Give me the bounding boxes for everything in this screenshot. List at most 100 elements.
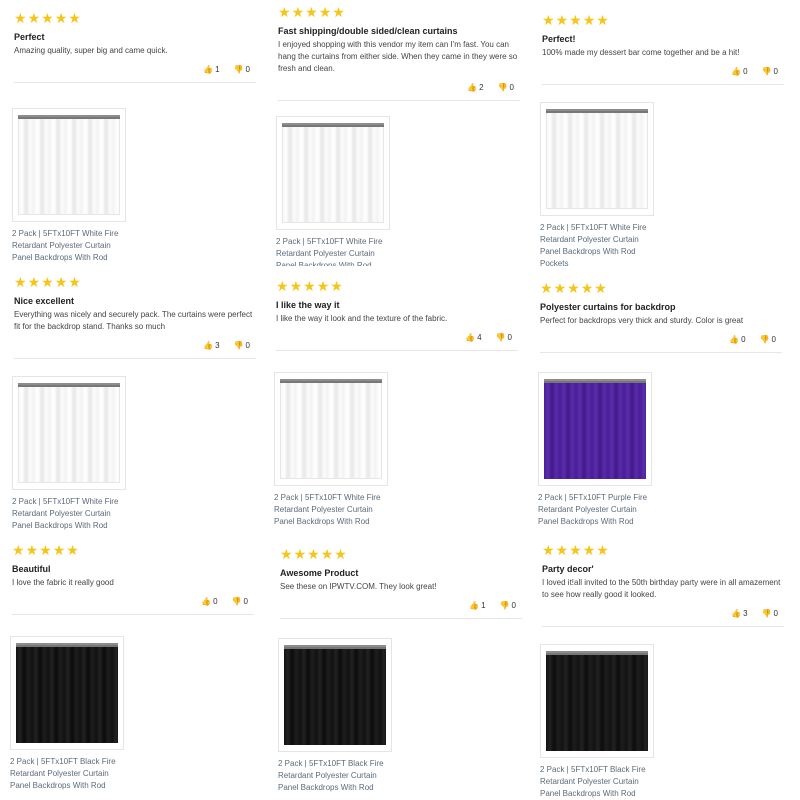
star-icon: ★ [318, 6, 332, 21]
review-card: ★ ★ ★ ★ ★ Beautiful I love the fabric it rea… [8, 544, 258, 800]
product-name[interactable]: 2 Pack | 5FTx10FT White Fire Retardant P… [540, 222, 658, 270]
product-thumbnail[interactable] [278, 638, 392, 752]
product-thumbnail[interactable] [276, 116, 390, 230]
product-thumbnail[interactable] [10, 636, 124, 750]
upvote-button[interactable]: 👍 0 [729, 335, 745, 344]
review-body: I like the way it look and the texture o… [276, 314, 448, 323]
product-link[interactable]: 2 Pack | 5FTx10FT White Fire Retardant P… [540, 102, 658, 270]
upvote-button[interactable]: 👍 1 [469, 601, 485, 610]
review-card: ★ ★ ★ ★ ★ Polyester curtains for backdrop Pe… [536, 282, 786, 542]
product-link[interactable]: 2 Pack | 5FTx10FT Black Fire Retardant P… [278, 638, 396, 794]
curtain-image [546, 651, 648, 751]
star-icon: ★ [569, 14, 582, 29]
upvote-button[interactable]: 👍 0 [731, 67, 747, 76]
upvote-count: 1 [215, 65, 220, 74]
product-thumbnail[interactable] [12, 108, 126, 222]
curtain-image [546, 109, 648, 209]
thumbs-down-icon: 👎 [495, 332, 506, 342]
downvote-button[interactable]: 👎 0 [232, 597, 248, 606]
rating-stars: ★ ★ ★ ★ ★ [14, 276, 256, 290]
upvote-button[interactable]: 👍 4 [465, 333, 481, 342]
star-icon: ★ [305, 6, 318, 21]
downvote-count: 0 [509, 83, 514, 92]
star-icon: ★ [276, 280, 289, 295]
downvote-button[interactable]: 👎 0 [496, 333, 512, 342]
product-link[interactable]: 2 Pack | 5FTx10FT White Fire Retardant P… [12, 376, 130, 532]
star-icon: ★ [68, 276, 81, 291]
review-votes: 👍 0 👎 0 [542, 67, 784, 76]
review-title: Beautiful [12, 564, 51, 574]
product-name[interactable]: 2 Pack | 5FTx10FT White Fire Retardant P… [12, 496, 130, 532]
product-link[interactable]: 2 Pack | 5FTx10FT White Fire Retardant P… [276, 116, 394, 266]
product-name[interactable]: 2 Pack | 5FTx10FT White Fire Retardant P… [12, 228, 130, 264]
review-title: I like the way it [276, 300, 340, 310]
downvote-button[interactable]: 👎 0 [498, 83, 514, 92]
product-link[interactable]: 2 Pack | 5FTx10FT Black Fire Retardant P… [10, 636, 128, 792]
product-name[interactable]: 2 Pack | 5FTx10FT Black Fire Retardant P… [278, 758, 396, 794]
upvote-count: 4 [477, 333, 482, 342]
downvote-button[interactable]: 👎 0 [762, 67, 778, 76]
thumbs-down-icon: 👎 [761, 608, 772, 618]
review: ★ ★ ★ ★ ★ I like the way it I like the way i… [272, 280, 522, 351]
review: ★ ★ ★ ★ ★ Fast shipping/double sided/clean c… [274, 6, 524, 101]
product-link[interactable]: 2 Pack | 5FTx10FT White Fire Retardant P… [274, 372, 392, 528]
rating-stars: ★ ★ ★ ★ ★ [540, 282, 782, 296]
downvote-count: 0 [771, 335, 776, 344]
downvote-button[interactable]: 👎 0 [234, 341, 250, 350]
downvote-button[interactable]: 👎 0 [760, 335, 776, 344]
review-title: Party decor' [542, 564, 594, 574]
star-icon: ★ [52, 544, 66, 559]
product-name[interactable]: 2 Pack | 5FTx10FT Black Fire Retardant P… [10, 756, 128, 792]
review-title: Fast shipping/double sided/clean curtain… [278, 26, 458, 36]
star-icon: ★ [596, 14, 609, 29]
product-link[interactable]: 2 Pack | 5FTx10FT Black Fire Retardant P… [540, 644, 658, 800]
product-link[interactable]: 2 Pack | 5FTx10FT White Fire Retardant P… [12, 108, 130, 264]
product-thumbnail[interactable] [540, 102, 654, 216]
star-icon: ★ [316, 280, 330, 295]
thumbs-down-icon: 👎 [759, 334, 770, 344]
product-name[interactable]: 2 Pack | 5FTx10FT White Fire Retardant P… [276, 236, 394, 266]
upvote-count: 3 [215, 341, 220, 350]
star-icon: ★ [25, 544, 39, 559]
product-name[interactable]: 2 Pack | 5FTx10FT Purple Fire Retardant … [538, 492, 656, 528]
upvote-button[interactable]: 👍 3 [731, 609, 747, 618]
review: ★ ★ ★ ★ ★ Awesome Product See these on IPWTV… [276, 548, 526, 619]
upvote-count: 0 [743, 67, 748, 76]
review-title: Polyester curtains for backdrop [540, 302, 676, 312]
upvote-button[interactable]: 👍 1 [203, 65, 219, 74]
upvote-button[interactable]: 👍 2 [467, 83, 483, 92]
downvote-button[interactable]: 👎 0 [762, 609, 778, 618]
review: ★ ★ ★ ★ ★ Polyester curtains for backdrop Pe… [536, 282, 786, 353]
downvote-count: 0 [245, 341, 250, 350]
review: ★ ★ ★ ★ ★ Nice excellent Everything was nice… [10, 276, 260, 359]
review-votes: 👍 2 👎 0 [278, 83, 520, 92]
product-thumbnail[interactable] [540, 644, 654, 758]
downvote-count: 0 [773, 67, 778, 76]
product-name[interactable]: 2 Pack | 5FTx10FT White Fire Retardant P… [274, 492, 392, 528]
divider [542, 626, 784, 627]
review-title: Perfect [14, 32, 45, 42]
downvote-button[interactable]: 👎 0 [234, 65, 250, 74]
upvote-button[interactable]: 👍 0 [201, 597, 217, 606]
upvote-button[interactable]: 👍 3 [203, 341, 219, 350]
review-card: ★ ★ ★ ★ ★ I like the way it I like the way i… [272, 280, 522, 540]
product-thumbnail[interactable] [274, 372, 388, 486]
review-body: I love the fabric it really good [12, 578, 114, 587]
star-icon: ★ [54, 12, 68, 27]
star-icon: ★ [14, 276, 27, 291]
review-card: ★ ★ ★ ★ ★ Perfect Amazing quality, super big… [10, 12, 260, 272]
review-card: ★ ★ ★ ★ ★ Party decor' I loved it!all invite… [538, 544, 788, 800]
product-thumbnail[interactable] [12, 376, 126, 490]
star-icon: ★ [307, 548, 320, 563]
divider [542, 84, 784, 85]
product-name[interactable]: 2 Pack | 5FTx10FT Black Fire Retardant P… [540, 764, 658, 800]
star-icon: ★ [582, 544, 596, 559]
star-icon: ★ [334, 548, 347, 563]
divider [278, 100, 520, 101]
downvote-button[interactable]: 👎 0 [500, 601, 516, 610]
downvote-count: 0 [243, 597, 248, 606]
thumbs-up-icon: 👍 [465, 332, 476, 342]
product-thumbnail[interactable] [538, 372, 652, 486]
star-icon: ★ [27, 12, 41, 27]
product-link[interactable]: 2 Pack | 5FTx10FT Purple Fire Retardant … [538, 372, 656, 528]
